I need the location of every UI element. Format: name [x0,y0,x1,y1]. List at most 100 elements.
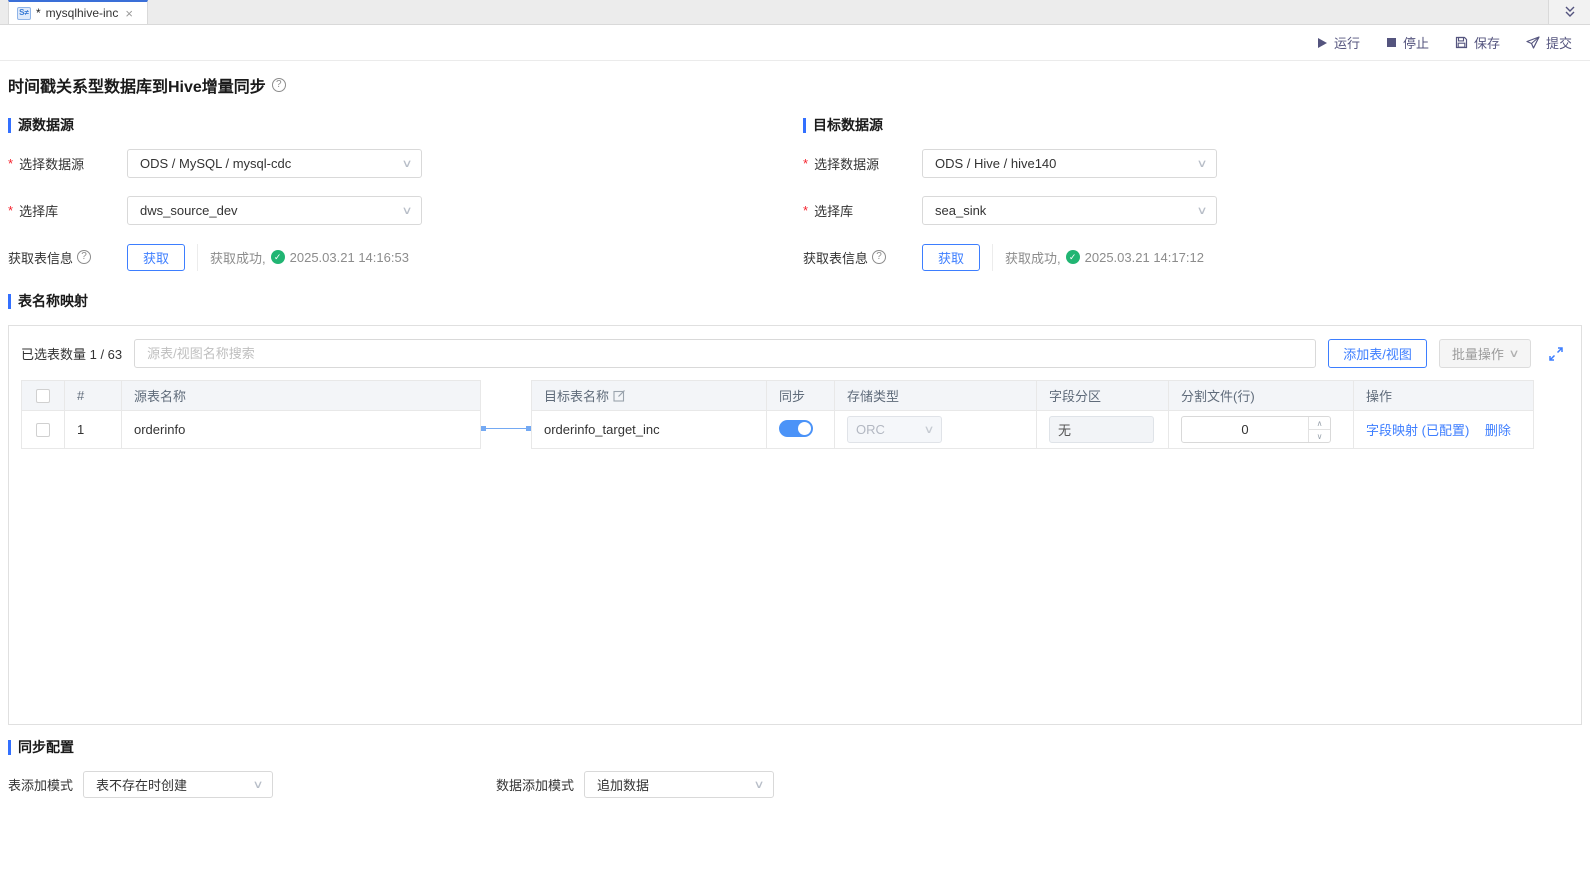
save-icon [1455,36,1468,49]
tab-label: mysqlhive-inc [46,6,119,20]
row-checkbox[interactable] [36,423,50,437]
source-db-select[interactable]: dws_source_dev ∨ [127,196,422,225]
storage-type-select[interactable]: ORC ∨ [847,416,942,443]
batch-operation-button[interactable]: 批量操作 ∨ [1439,339,1531,368]
tab-mysqlhive-inc[interactable]: S≠ * mysqlhive-inc × [8,0,148,24]
target-fetch-button[interactable]: 获取 [922,244,980,271]
split-lines-value: 0 [1182,417,1308,442]
stop-label: 停止 [1403,33,1429,52]
source-name-header: 源表名称 [122,381,481,411]
spinner-down-icon[interactable]: ∨ [1309,429,1330,442]
select-all-checkbox[interactable] [36,389,50,403]
chevron-double-down-icon [1563,5,1577,19]
source-datasource-section: 源数据源 *选择数据源 ODS / MySQL / mysql-cdc ∨ *选… [0,107,795,289]
ops-header: 操作 [1354,381,1534,411]
section-accent-bar [8,118,11,133]
fullscreen-icon[interactable] [1547,345,1565,363]
row-index: 1 [65,411,122,449]
table-add-mode-value: 表不存在时创建 [96,775,254,794]
fetch-help-icon[interactable]: ? [872,250,886,264]
divider [992,244,993,271]
partition-header: 字段分区 [1037,381,1169,411]
source-table-row[interactable]: 1 orderinfo [22,411,481,449]
source-datasource-select[interactable]: ODS / MySQL / mysql-cdc ∨ [127,149,422,178]
sync-config-title: 同步配置 [18,737,74,757]
spinner-up-icon[interactable]: ∧ [1309,417,1330,429]
source-db-label: *选择库 [8,201,127,220]
play-icon [1316,37,1328,49]
target-table-row: orderinfo_target_inc ORC ∨ 无 [532,411,1534,449]
chevron-down-icon: ∨ [753,778,764,791]
table-mapping-section: 表名称映射 已选表数量 1 / 63 添加表/视图 批量操作 ∨ [0,291,1590,725]
split-lines-input[interactable]: 0 ∧ ∨ [1181,416,1331,443]
run-button[interactable]: 运行 [1316,33,1360,52]
tab-bar: S≠ * mysqlhive-inc × [0,0,1590,25]
partition-field-input[interactable]: 无 [1049,416,1154,443]
target-fetch-label: 获取表信息? [803,248,922,267]
toggle-knob [798,422,811,435]
stop-icon [1386,37,1397,48]
storage-header: 存储类型 [835,381,1037,411]
chevron-down-icon: ∨ [252,778,263,791]
mapping-connector-line [481,428,531,429]
target-db-label: *选择库 [803,201,922,220]
action-toolbar: 运行 停止 保存 提交 [0,25,1590,61]
mapping-connector-gap [481,380,531,449]
target-db-select[interactable]: sea_sink ∨ [922,196,1217,225]
source-fetch-button[interactable]: 获取 [127,244,185,271]
required-asterisk: * [803,203,808,218]
mapping-panel: 已选表数量 1 / 63 添加表/视图 批量操作 ∨ # [8,325,1582,725]
chevron-down-icon: ∨ [401,204,412,217]
source-index-header: # [65,381,122,411]
section-accent-bar [803,118,806,133]
chevron-down-icon: ∨ [1196,204,1207,217]
mapping-section-title: 表名称映射 [18,291,88,311]
data-add-mode-select[interactable]: 追加数据 ∨ [584,771,774,798]
table-add-mode-select[interactable]: 表不存在时创建 ∨ [83,771,273,798]
fetch-status-text: 获取成功, [1005,248,1061,267]
target-datasource-label: *选择数据源 [803,154,922,173]
table-search-input[interactable] [134,339,1316,368]
data-add-mode-value: 追加数据 [597,775,755,794]
run-label: 运行 [1334,33,1360,52]
success-check-icon: ✓ [271,250,285,264]
save-button[interactable]: 保存 [1455,33,1500,52]
target-fetch-status: 获取成功, ✓ 2025.03.21 14:17:12 [1005,248,1204,267]
sync-config-section: 同步配置 表添加模式 表不存在时创建 ∨ 数据添加模式 追加数据 ∨ [0,737,1590,798]
number-spinner: ∧ ∨ [1308,417,1330,442]
fetch-timestamp: 2025.03.21 14:16:53 [290,250,409,265]
chevron-down-icon: ∨ [1196,157,1207,170]
submit-button[interactable]: 提交 [1526,33,1572,52]
stop-button[interactable]: 停止 [1386,33,1429,52]
batch-operation-label: 批量操作 [1452,344,1504,363]
collapse-tabs-button[interactable] [1548,0,1590,24]
target-table: 目标表名称 同步 存储类型 字段分区 分割文件(行) 操作 orde [531,380,1534,449]
section-accent-bar [8,740,11,755]
source-fetch-label: 获取表信息? [8,248,127,267]
edit-icon[interactable] [613,389,626,402]
fetch-status-text: 获取成功, [210,248,266,267]
section-accent-bar [8,294,11,309]
delete-link[interactable]: 删除 [1485,423,1511,438]
add-table-button[interactable]: 添加表/视图 [1328,339,1427,368]
source-fetch-status: 获取成功, ✓ 2025.03.21 14:16:53 [210,248,409,267]
success-check-icon: ✓ [1066,250,1080,264]
source-db-value: dws_source_dev [140,203,403,218]
fetch-help-icon[interactable]: ? [77,250,91,264]
target-datasource-select[interactable]: ODS / Hive / hive140 ∨ [922,149,1217,178]
target-section-title: 目标数据源 [813,115,883,135]
title-help-icon[interactable]: ? [272,78,286,92]
field-mapping-link[interactable]: 字段映射 (已配置) [1366,423,1469,438]
partition-field-value: 无 [1058,420,1071,439]
selected-count: 已选表数量 1 / 63 [21,344,122,363]
chevron-down-icon: ∨ [923,423,934,436]
storage-type-value: ORC [856,422,925,437]
target-table-name: orderinfo_target_inc [532,411,767,449]
close-icon[interactable]: × [125,7,133,20]
source-table: # 源表名称 1 orderinfo [21,380,481,449]
save-label: 保存 [1474,33,1500,52]
target-datasource-section: 目标数据源 *选择数据源 ODS / Hive / hive140 ∨ *选择库… [795,107,1590,289]
target-db-value: sea_sink [935,203,1198,218]
sync-toggle[interactable] [779,420,813,437]
chevron-down-icon: ∨ [1508,347,1519,360]
